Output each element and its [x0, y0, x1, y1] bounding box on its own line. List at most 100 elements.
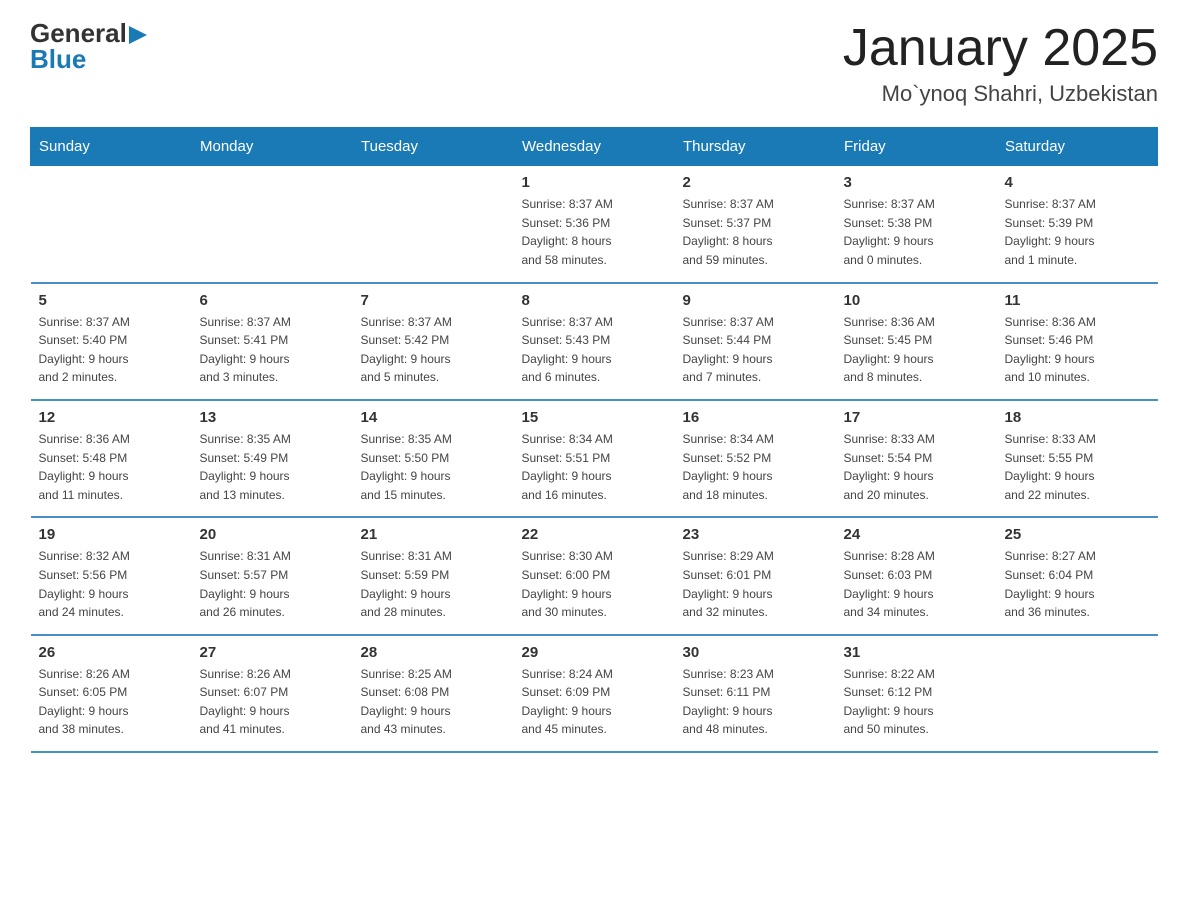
day-number: 1: [522, 174, 667, 191]
day-info: Sunrise: 8:26 AMSunset: 6:07 PMDaylight:…: [200, 665, 345, 739]
day-number: 6: [200, 292, 345, 309]
calendar-empty-cell: [192, 166, 353, 283]
calendar-day-23: 23Sunrise: 8:29 AMSunset: 6:01 PMDayligh…: [675, 517, 836, 634]
calendar-table: SundayMondayTuesdayWednesdayThursdayFrid…: [30, 127, 1158, 753]
calendar-day-3: 3 Sunrise: 8:37 AMSunset: 5:38 PMDaylight…: [836, 166, 997, 283]
day-number: 14: [361, 409, 506, 426]
day-info: Sunrise: 8:29 AMSunset: 6:01 PMDaylight:…: [683, 547, 828, 621]
calendar-day-13: 13Sunrise: 8:35 AMSunset: 5:49 PMDayligh…: [192, 400, 353, 517]
day-info: Sunrise: 8:37 AMSunset: 5:40 PMDaylight:…: [39, 313, 184, 387]
calendar-day-14: 14 Sunrise: 8:35 AMSunset: 5:50 PMDayligh…: [353, 400, 514, 517]
calendar-day-22: 22 Sunrise: 8:30 AMSunset: 6:00 PMDayligh…: [514, 517, 675, 634]
day-number: 18: [1005, 409, 1150, 426]
day-info: Sunrise: 8:30 AMSunset: 6:00 PMDaylight:…: [522, 547, 667, 621]
day-number: 22: [522, 526, 667, 543]
logo-triangle-icon: [129, 26, 147, 44]
logo: General Blue: [30, 20, 147, 72]
weekday-header-sunday: Sunday: [31, 128, 192, 166]
day-number: 10: [844, 292, 989, 309]
calendar-empty-cell: [31, 166, 192, 283]
day-info: Sunrise: 8:37 AMSunset: 5:36 PMDaylight:…: [522, 195, 667, 269]
calendar-day-12: 12Sunrise: 8:36 AMSunset: 5:48 PMDayligh…: [31, 400, 192, 517]
day-info: Sunrise: 8:34 AMSunset: 5:51 PMDaylight:…: [522, 430, 667, 504]
calendar-day-18: 18 Sunrise: 8:33 AMSunset: 5:55 PMDayligh…: [997, 400, 1158, 517]
day-number: 31: [844, 644, 989, 661]
day-number: 21: [361, 526, 506, 543]
weekday-header-saturday: Saturday: [997, 128, 1158, 166]
day-info: Sunrise: 8:37 AMSunset: 5:43 PMDaylight:…: [522, 313, 667, 387]
day-number: 3: [844, 174, 989, 191]
day-info: Sunrise: 8:35 AMSunset: 5:49 PMDaylight:…: [200, 430, 345, 504]
logo-general-text: General: [30, 20, 127, 46]
day-number: 5: [39, 292, 184, 309]
day-info: Sunrise: 8:37 AMSunset: 5:39 PMDaylight:…: [1005, 195, 1150, 269]
day-info: Sunrise: 8:24 AMSunset: 6:09 PMDaylight:…: [522, 665, 667, 739]
day-info: Sunrise: 8:36 AMSunset: 5:45 PMDaylight:…: [844, 313, 989, 387]
calendar-day-10: 10 Sunrise: 8:36 AMSunset: 5:45 PMDayligh…: [836, 283, 997, 400]
day-info: Sunrise: 8:33 AMSunset: 5:54 PMDaylight:…: [844, 430, 989, 504]
day-number: 8: [522, 292, 667, 309]
calendar-day-9: 9Sunrise: 8:37 AMSunset: 5:44 PMDaylight…: [675, 283, 836, 400]
day-number: 16: [683, 409, 828, 426]
day-info: Sunrise: 8:28 AMSunset: 6:03 PMDaylight:…: [844, 547, 989, 621]
day-info: Sunrise: 8:22 AMSunset: 6:12 PMDaylight:…: [844, 665, 989, 739]
calendar-day-1: 1 Sunrise: 8:37 AMSunset: 5:36 PMDaylight…: [514, 166, 675, 283]
day-number: 25: [1005, 526, 1150, 543]
calendar-empty-cell: [997, 635, 1158, 752]
day-info: Sunrise: 8:37 AMSunset: 5:42 PMDaylight:…: [361, 313, 506, 387]
day-info: Sunrise: 8:27 AMSunset: 6:04 PMDaylight:…: [1005, 547, 1150, 621]
calendar-day-17: 17 Sunrise: 8:33 AMSunset: 5:54 PMDayligh…: [836, 400, 997, 517]
calendar-week-row: 26Sunrise: 8:26 AMSunset: 6:05 PMDayligh…: [31, 635, 1158, 752]
calendar-day-24: 24Sunrise: 8:28 AMSunset: 6:03 PMDayligh…: [836, 517, 997, 634]
day-number: 19: [39, 526, 184, 543]
weekday-header-wednesday: Wednesday: [514, 128, 675, 166]
day-number: 4: [1005, 174, 1150, 191]
calendar-day-7: 7 Sunrise: 8:37 AMSunset: 5:42 PMDaylight…: [353, 283, 514, 400]
calendar-day-28: 28Sunrise: 8:25 AMSunset: 6:08 PMDayligh…: [353, 635, 514, 752]
weekday-header-row: SundayMondayTuesdayWednesdayThursdayFrid…: [31, 128, 1158, 166]
calendar-empty-cell: [353, 166, 514, 283]
page-header: General Blue January 2025 Mo`ynoq Shahri…: [30, 20, 1158, 107]
day-info: Sunrise: 8:33 AMSunset: 5:55 PMDaylight:…: [1005, 430, 1150, 504]
weekday-header-thursday: Thursday: [675, 128, 836, 166]
day-info: Sunrise: 8:35 AMSunset: 5:50 PMDaylight:…: [361, 430, 506, 504]
calendar-day-5: 5 Sunrise: 8:37 AMSunset: 5:40 PMDaylight…: [31, 283, 192, 400]
day-info: Sunrise: 8:37 AMSunset: 5:37 PMDaylight:…: [683, 195, 828, 269]
day-number: 30: [683, 644, 828, 661]
month-title: January 2025: [843, 20, 1158, 77]
day-info: Sunrise: 8:37 AMSunset: 5:38 PMDaylight:…: [844, 195, 989, 269]
day-info: Sunrise: 8:36 AMSunset: 5:46 PMDaylight:…: [1005, 313, 1150, 387]
day-number: 20: [200, 526, 345, 543]
day-info: Sunrise: 8:23 AMSunset: 6:11 PMDaylight:…: [683, 665, 828, 739]
calendar-day-26: 26Sunrise: 8:26 AMSunset: 6:05 PMDayligh…: [31, 635, 192, 752]
calendar-day-19: 19 Sunrise: 8:32 AMSunset: 5:56 PMDayligh…: [31, 517, 192, 634]
day-info: Sunrise: 8:25 AMSunset: 6:08 PMDaylight:…: [361, 665, 506, 739]
day-info: Sunrise: 8:37 AMSunset: 5:41 PMDaylight:…: [200, 313, 345, 387]
calendar-day-6: 6 Sunrise: 8:37 AMSunset: 5:41 PMDaylight…: [192, 283, 353, 400]
day-info: Sunrise: 8:32 AMSunset: 5:56 PMDaylight:…: [39, 547, 184, 621]
calendar-day-21: 21Sunrise: 8:31 AMSunset: 5:59 PMDayligh…: [353, 517, 514, 634]
day-number: 2: [683, 174, 828, 191]
calendar-day-30: 30 Sunrise: 8:23 AMSunset: 6:11 PMDayligh…: [675, 635, 836, 752]
day-number: 7: [361, 292, 506, 309]
calendar-day-27: 27 Sunrise: 8:26 AMSunset: 6:07 PMDayligh…: [192, 635, 353, 752]
calendar-week-row: 1 Sunrise: 8:37 AMSunset: 5:36 PMDaylight…: [31, 166, 1158, 283]
calendar-day-15: 15Sunrise: 8:34 AMSunset: 5:51 PMDayligh…: [514, 400, 675, 517]
day-number: 26: [39, 644, 184, 661]
title-block: January 2025 Mo`ynoq Shahri, Uzbekistan: [843, 20, 1158, 107]
day-number: 27: [200, 644, 345, 661]
calendar-day-16: 16 Sunrise: 8:34 AMSunset: 5:52 PMDayligh…: [675, 400, 836, 517]
location-title: Mo`ynoq Shahri, Uzbekistan: [843, 81, 1158, 107]
calendar-day-20: 20 Sunrise: 8:31 AMSunset: 5:57 PMDayligh…: [192, 517, 353, 634]
calendar-week-row: 19 Sunrise: 8:32 AMSunset: 5:56 PMDayligh…: [31, 517, 1158, 634]
day-info: Sunrise: 8:31 AMSunset: 5:57 PMDaylight:…: [200, 547, 345, 621]
day-number: 12: [39, 409, 184, 426]
calendar-day-4: 4 Sunrise: 8:37 AMSunset: 5:39 PMDaylight…: [997, 166, 1158, 283]
weekday-header-tuesday: Tuesday: [353, 128, 514, 166]
day-info: Sunrise: 8:34 AMSunset: 5:52 PMDaylight:…: [683, 430, 828, 504]
calendar-week-row: 5 Sunrise: 8:37 AMSunset: 5:40 PMDaylight…: [31, 283, 1158, 400]
calendar-day-31: 31 Sunrise: 8:22 AMSunset: 6:12 PMDayligh…: [836, 635, 997, 752]
day-number: 17: [844, 409, 989, 426]
logo-blue-text: Blue: [30, 46, 86, 72]
day-number: 29: [522, 644, 667, 661]
